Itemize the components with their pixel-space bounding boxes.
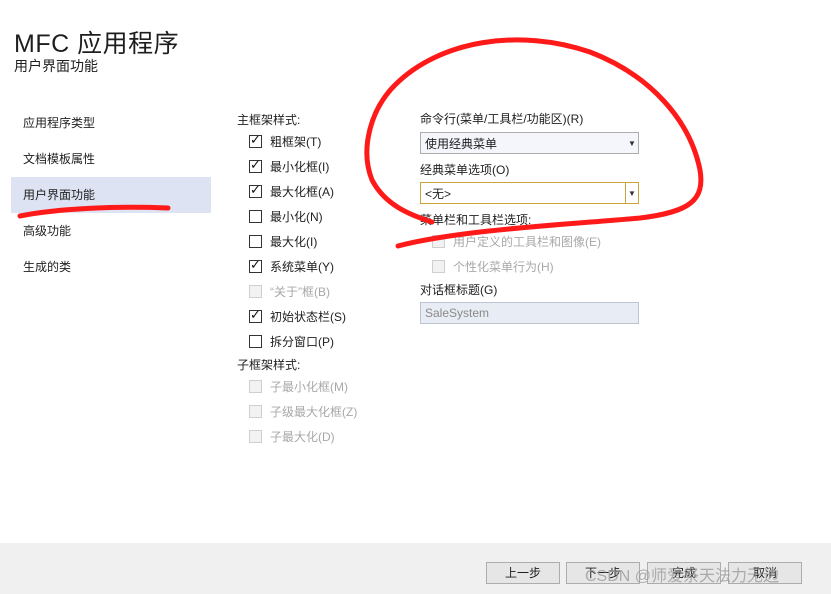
checkbox-label: 拆分窗口(P) — [270, 334, 334, 349]
annotation-overlay — [17, 37, 704, 249]
checkbox-box[interactable] — [249, 182, 262, 198]
nav-item-doc-template[interactable]: 文档模板属性 — [11, 141, 211, 177]
dialog-title-input[interactable]: SaleSystem — [420, 302, 639, 324]
checkbox-box[interactable] — [249, 307, 262, 323]
checkbox-label: 最小化框(I) — [270, 159, 330, 174]
initial-status-bar-checkbox[interactable]: 初始状态栏(S) — [249, 306, 346, 326]
checkbox-box[interactable] — [249, 234, 262, 248]
checkbox-box — [249, 429, 262, 443]
classic-menu-label: 经典菜单选项(O) — [420, 163, 510, 177]
checkbox-label: 最大化(I) — [270, 234, 318, 249]
checkbox-label: 粗框架(T) — [270, 134, 322, 149]
dropdown-arrow-icon[interactable]: ▼ — [625, 183, 638, 203]
checkbox-box — [432, 259, 445, 273]
finish-button[interactable]: 完成 — [647, 562, 721, 584]
child-maximize-box-checkbox: 子级最大化框(Z) — [249, 401, 357, 421]
system-menu-checkbox[interactable]: 系统菜单(Y) — [249, 256, 334, 276]
next-button[interactable]: 下一步 — [566, 562, 640, 584]
checkbox-label: 最大化框(A) — [270, 184, 334, 199]
child-minimize-box-checkbox: 子最小化框(M) — [249, 376, 348, 396]
checkbox-label: 最小化(N) — [270, 209, 323, 224]
checkbox-label: “关于”框(B) — [270, 284, 330, 299]
maximize-box-checkbox[interactable]: 最大化框(A) — [249, 181, 334, 201]
checkbox-box[interactable] — [249, 157, 262, 173]
minimized-checkbox[interactable]: 最小化(N) — [249, 206, 323, 226]
nav-item-app-type[interactable]: 应用程序类型 — [11, 105, 211, 141]
checkbox-box[interactable] — [249, 132, 262, 148]
classic-menu-value: <无> — [425, 186, 452, 201]
nav-item-advanced[interactable]: 高级功能 — [11, 213, 211, 249]
checkbox-box[interactable] — [249, 257, 262, 273]
page-subtitle: 用户界面功能 — [14, 58, 98, 74]
checkbox-box — [249, 284, 262, 298]
checkbox-label: 系统菜单(Y) — [270, 259, 334, 274]
nav-item-generated-classes[interactable]: 生成的类 — [11, 249, 211, 285]
checkbox-label: 子级最大化框(Z) — [270, 404, 358, 419]
child-frame-label: 子框架样式: — [237, 358, 301, 372]
checkbox-box[interactable] — [249, 209, 262, 223]
checkbox-label: 子最小化框(M) — [270, 379, 348, 394]
checkbox-box[interactable] — [249, 334, 262, 348]
prev-button[interactable]: 上一步 — [486, 562, 560, 584]
maximized-checkbox[interactable]: 最大化(I) — [249, 231, 317, 251]
command-bar-value: 使用经典菜单 — [425, 136, 498, 151]
dialog-title-label: 对话框标题(G) — [420, 283, 498, 297]
dropdown-arrow-icon[interactable]: ▼ — [626, 139, 638, 148]
page-title: MFC 应用程序 — [14, 30, 180, 58]
cancel-button[interactable]: 取消 — [728, 562, 802, 584]
personalized-menu-checkbox: 个性化菜单行为(H) — [432, 256, 554, 276]
command-bar-select[interactable]: 使用经典菜单 ▼ — [420, 132, 639, 154]
checkbox-box — [249, 379, 262, 393]
checkbox-label: 子最大化(D) — [270, 429, 335, 444]
checkbox-label: 初始状态栏(S) — [270, 309, 346, 324]
nav-sidebar: 应用程序类型 文档模板属性 用户界面功能 高级功能 生成的类 — [11, 105, 211, 285]
command-bar-label: 命令行(菜单/工具栏/功能区)(R) — [420, 112, 584, 126]
checkbox-box — [249, 404, 262, 418]
main-frame-label: 主框架样式: — [237, 113, 301, 127]
split-window-checkbox[interactable]: 拆分窗口(P) — [249, 331, 334, 351]
thick-frame-checkbox[interactable]: 粗框架(T) — [249, 131, 321, 151]
user-toolbar-checkbox: 用户定义的工具栏和图像(E) — [432, 231, 601, 251]
nav-item-ui-features[interactable]: 用户界面功能 — [11, 177, 211, 213]
about-box-checkbox: “关于”框(B) — [249, 281, 330, 301]
child-maximized-checkbox: 子最大化(D) — [249, 426, 335, 446]
classic-menu-select[interactable]: <无> ▼ — [420, 182, 639, 204]
checkbox-box — [432, 234, 445, 248]
menu-toolbar-label: 菜单栏和工具栏选项: — [420, 213, 532, 227]
checkbox-label: 用户定义的工具栏和图像(E) — [453, 234, 601, 249]
checkbox-label: 个性化菜单行为(H) — [453, 259, 554, 274]
minimize-box-checkbox[interactable]: 最小化框(I) — [249, 156, 329, 176]
